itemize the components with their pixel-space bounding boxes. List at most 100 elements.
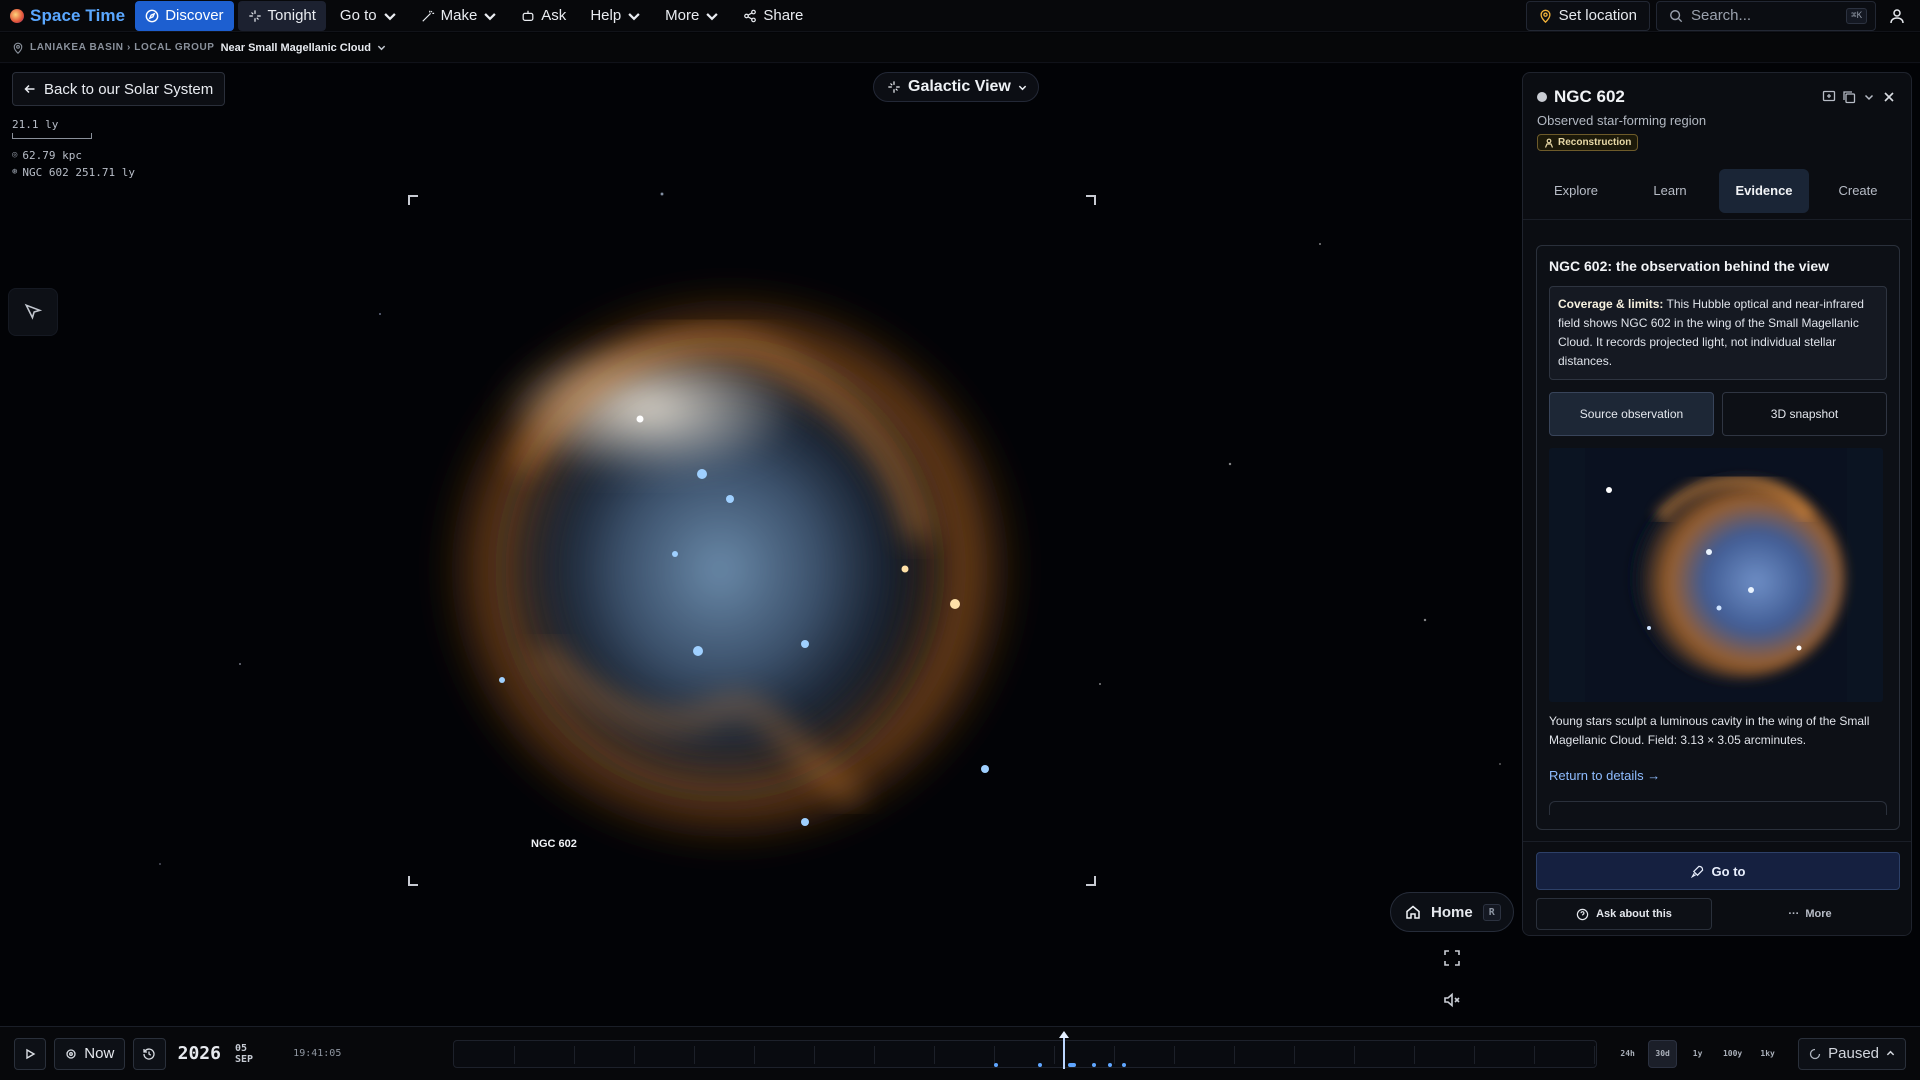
object-label[interactable]: NGC 602 xyxy=(531,838,577,850)
tab-create[interactable]: Create xyxy=(1813,169,1903,213)
tab-evidence[interactable]: Evidence xyxy=(1719,168,1809,213)
share-button[interactable]: Share xyxy=(733,1,813,31)
pointer-tool-button[interactable] xyxy=(8,288,58,336)
timeline-event[interactable] xyxy=(1068,1062,1077,1067)
panel-footer: Go to Ask about this ··· More xyxy=(1523,841,1911,935)
evidence-card: NGC 602: the observation behind the view… xyxy=(1536,245,1900,830)
timeline-event[interactable] xyxy=(1122,1062,1127,1067)
close-icon[interactable] xyxy=(1881,89,1897,105)
timeline-tick xyxy=(574,1045,576,1064)
range-30d[interactable]: 30d xyxy=(1648,1039,1678,1068)
panel-actions xyxy=(1821,89,1897,105)
playback-state-button[interactable]: Paused xyxy=(1798,1037,1906,1070)
make-menu[interactable]: Make xyxy=(411,1,508,31)
history-button[interactable] xyxy=(133,1037,166,1070)
object-details-panel: NGC 602 Observed star-forming region Rec… xyxy=(1522,72,1912,936)
chevron-down-icon xyxy=(628,12,640,20)
ask-label: Ask xyxy=(541,7,567,24)
location-pin-icon xyxy=(13,42,23,54)
panel-tabs: Explore Learn Evidence Create xyxy=(1523,153,1911,220)
chevron-up-icon xyxy=(1886,1050,1895,1056)
panel-subtitle: Observed star-forming region xyxy=(1537,113,1707,128)
arrow-left-icon xyxy=(24,84,35,94)
timeline-event[interactable] xyxy=(1108,1062,1113,1067)
play-button[interactable] xyxy=(14,1037,47,1070)
ask-about-label: Ask about this xyxy=(1596,908,1672,920)
copy-icon[interactable] xyxy=(1841,89,1857,105)
range-1ky[interactable]: 1ky xyxy=(1753,1040,1782,1068)
ellipsis-icon: ··· xyxy=(1788,908,1800,920)
chevron-down-icon xyxy=(1018,85,1027,90)
distance-row: ⊛ NGC 602 251.71 ly xyxy=(12,164,135,181)
view-mode-select[interactable]: Galactic View xyxy=(873,72,1039,102)
mute-icon[interactable] xyxy=(1442,990,1462,1010)
user-icon xyxy=(1890,8,1904,23)
more-menu[interactable]: More xyxy=(655,1,729,31)
discover-button[interactable]: Discover xyxy=(135,0,234,31)
3d-snapshot-button[interactable]: 3D snapshot xyxy=(1722,392,1887,436)
goto-menu[interactable]: Go to xyxy=(330,1,407,31)
chevron-down-icon[interactable] xyxy=(377,43,386,52)
object-distance-readout: NGC 602 251.71 ly xyxy=(22,166,136,179)
fullscreen-icon[interactable] xyxy=(1442,948,1462,968)
evidence-view-toggle: Source observation 3D snapshot xyxy=(1549,392,1887,436)
user-account-button[interactable] xyxy=(1882,1,1912,31)
timeline-playhead[interactable] xyxy=(1059,1030,1070,1069)
timeline-tick xyxy=(1054,1045,1056,1064)
share-label: Share xyxy=(763,7,804,24)
add-bookmark-icon[interactable] xyxy=(1821,89,1837,105)
brand[interactable]: Space Time xyxy=(8,6,131,26)
breadcrumb-current[interactable]: Near Small Magellanic Cloud xyxy=(221,42,371,54)
timeline-tick xyxy=(994,1045,996,1064)
search-icon xyxy=(1670,9,1683,22)
go-to-button[interactable]: Go to xyxy=(1536,852,1900,890)
home-button[interactable]: Home R xyxy=(1390,892,1514,932)
map-pin-icon xyxy=(1540,9,1551,23)
tonight-button[interactable]: Tonight xyxy=(237,0,326,31)
now-button[interactable]: Now xyxy=(54,1037,126,1070)
chevron-down-icon[interactable] xyxy=(1861,89,1877,105)
panel-more-button[interactable]: ··· More xyxy=(1720,898,1900,930)
timeline-tick xyxy=(694,1045,696,1064)
nebula-render xyxy=(430,279,1030,859)
breadcrumb-path[interactable]: LANIAKEA BASIN › LOCAL GROUP xyxy=(30,42,215,53)
observation-image[interactable] xyxy=(1549,448,1883,702)
range-100y[interactable]: 100y xyxy=(1718,1040,1747,1068)
now-label: Now xyxy=(84,1045,115,1062)
timeline-tick xyxy=(634,1045,636,1064)
current-year[interactable]: 2026 xyxy=(178,1043,221,1064)
current-date[interactable]: 05 SEP xyxy=(235,1043,269,1065)
range-1y[interactable]: 1y xyxy=(1683,1040,1712,1068)
set-location-button[interactable]: Set location xyxy=(1525,0,1650,31)
compass-icon xyxy=(145,9,159,22)
timeline-event[interactable] xyxy=(994,1062,999,1067)
source-observation-button[interactable]: Source observation xyxy=(1549,392,1714,436)
timeline-tick xyxy=(1234,1045,1236,1064)
timeline-event[interactable] xyxy=(1038,1062,1043,1067)
panel-title-row: NGC 602 xyxy=(1537,87,1897,107)
selection-frame-corner xyxy=(408,876,418,886)
top-navigation-bar: Space Time Discover Tonight Go to Make A… xyxy=(0,0,1920,32)
timeline-tick xyxy=(934,1045,936,1064)
rocket-icon xyxy=(1690,865,1703,878)
ask-about-this-button[interactable]: Ask about this xyxy=(1536,898,1712,930)
search-input[interactable]: Search... ⌘K xyxy=(1656,0,1876,31)
timeline-scrubber[interactable] xyxy=(453,1030,1598,1069)
help-menu[interactable]: Help xyxy=(580,1,651,31)
tab-learn[interactable]: Learn xyxy=(1625,169,1715,213)
search-placeholder: Search... xyxy=(1691,7,1752,24)
distance-readout: 62.79 kpc xyxy=(22,149,83,162)
timeline-event[interactable] xyxy=(1092,1062,1097,1067)
set-location-label: Set location xyxy=(1558,7,1637,24)
timeline-bar: Now 2026 05 SEP 19:41:05 24h 30d 1y 100y… xyxy=(0,1026,1920,1080)
ask-button[interactable]: Ask xyxy=(511,1,576,31)
tab-explore[interactable]: Explore xyxy=(1531,169,1621,213)
back-to-solar-system-button[interactable]: Back to our Solar System xyxy=(12,72,226,106)
return-to-details-link[interactable]: Return to details → xyxy=(1549,768,1887,783)
range-24h[interactable]: 24h xyxy=(1613,1040,1642,1068)
home-icon xyxy=(1406,905,1420,919)
loading-icon xyxy=(1809,1048,1821,1059)
chevron-down-icon xyxy=(484,12,496,20)
evidence-content[interactable]: NGC 602: the observation behind the view… xyxy=(1523,237,1911,853)
selection-frame-corner xyxy=(1086,195,1096,205)
